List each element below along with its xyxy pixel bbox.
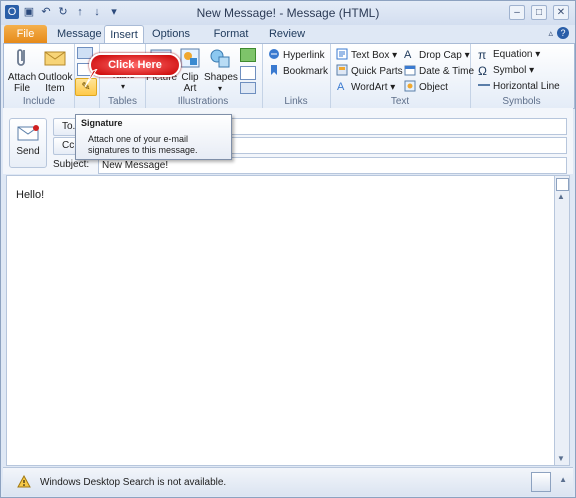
hyperlink-button[interactable]: Hyperlink <box>268 48 325 62</box>
minimize-ribbon-icon[interactable]: ▵ <box>548 28 553 39</box>
omega-icon: Ω <box>478 64 487 78</box>
window-controls: – □ ✕ <box>509 5 569 20</box>
svg-text:A: A <box>337 81 345 92</box>
shapes-label: Shapes <box>204 72 238 83</box>
group-symbols-label: Symbols <box>502 96 541 107</box>
group-links-label: Links <box>284 96 308 107</box>
group-links: Hyperlink Bookmark Links <box>262 44 331 108</box>
hyperlink-label: Hyperlink <box>283 50 325 61</box>
outlook-item-button[interactable]: Outlook Item <box>38 46 72 94</box>
horizontal-line-button[interactable]: Horizontal Line <box>478 80 560 94</box>
group-tables-label: Tables <box>108 96 137 107</box>
bookmark-button[interactable]: Bookmark <box>268 64 328 78</box>
maximize-button[interactable]: □ <box>531 5 547 20</box>
wordart-button[interactable]: A WordArt ▾ <box>336 80 395 94</box>
shapes-icon <box>210 49 230 68</box>
shapes-button[interactable]: Shapes ▾ <box>204 46 238 94</box>
quick-parts-button[interactable]: Quick Parts ▾ <box>336 64 411 78</box>
group-text-label: Text <box>390 96 410 107</box>
equation-label: Equation <box>493 49 533 60</box>
calendar-clock-icon <box>404 65 416 76</box>
date-time-label: Date & Time <box>419 66 475 77</box>
bookmark-label: Bookmark <box>283 66 329 77</box>
outlook-item-label-1: Outlook <box>38 72 73 83</box>
help-icon[interactable]: ? <box>557 27 569 39</box>
symbol-button[interactable]: Ω Symbol ▾ <box>478 64 534 78</box>
signature-tooltip: Signature Attach one of your e-mail sign… <box>75 114 232 160</box>
window-title: New Message! - Message (HTML) <box>196 6 380 20</box>
clip-art-button[interactable]: Clip Art <box>178 46 202 94</box>
pi-icon: π <box>478 48 487 62</box>
tooltip-line-1: Attach one of your e-mail <box>88 134 189 144</box>
clip-art-label-2: Art <box>183 83 197 94</box>
smartart-icon[interactable] <box>240 48 256 62</box>
attach-file-label-2: File <box>13 83 31 94</box>
quick-parts-icon <box>336 64 348 76</box>
svg-text:A: A <box>404 49 412 60</box>
date-time-button[interactable]: Date & Time <box>404 64 474 78</box>
drop-cap-label: Drop Cap <box>419 50 462 61</box>
equation-button[interactable]: π Equation ▾ <box>478 48 540 62</box>
group-illustrations-label: Illustrations <box>177 96 229 107</box>
horizontal-line-icon <box>478 84 490 86</box>
wordart-icon: A <box>337 81 345 92</box>
symbol-label: Symbol <box>493 65 527 76</box>
chart-icon[interactable] <box>240 66 256 80</box>
attach-file-button[interactable]: Attach File <box>7 46 37 94</box>
minimize-button[interactable]: – <box>509 5 525 20</box>
group-include: Attach File Outlook Item Include <box>4 44 75 108</box>
attach-file-label-1: Attach <box>7 72 37 83</box>
horizontal-line-label: Horizontal Line <box>493 81 560 92</box>
ruler-toggle-icon[interactable] <box>556 178 569 191</box>
tab-review[interactable]: Review <box>268 25 306 43</box>
group-text: Text Box ▾ Quick Parts ▾ AWordArt ▾ ADro… <box>330 44 474 108</box>
object-icon <box>404 80 416 92</box>
status-bar: Windows Desktop Search is not available.… <box>3 467 573 496</box>
object-button[interactable]: Object <box>404 80 448 94</box>
tooltip-line-2: signatures to this message. <box>88 145 198 155</box>
outlook-message-window: O ▣ ↶ ↻ ↑ ↓ ▾ New Message! - Message (HT… <box>0 0 576 498</box>
expand-people-pane-icon[interactable]: ▲ <box>559 475 567 484</box>
tooltip-title: Signature <box>81 118 123 128</box>
tab-message[interactable]: Message <box>57 25 102 43</box>
status-message: Windows Desktop Search is not available. <box>40 477 227 488</box>
message-body[interactable]: Hello! <box>6 175 556 466</box>
screenshot-icon[interactable] <box>240 82 256 94</box>
wordart-label: WordArt <box>351 82 388 93</box>
clip-art-icon <box>180 48 200 68</box>
ribbon-tabs: File Message Insert Options Format Text … <box>1 25 575 58</box>
tab-file[interactable]: File <box>4 25 47 43</box>
tab-format-text[interactable]: Format Text <box>203 25 259 58</box>
text-box-button[interactable]: Text Box ▾ <box>336 48 397 62</box>
text-box-icon <box>336 48 348 60</box>
envelope-icon <box>44 51 66 66</box>
scroll-down-arrow[interactable]: ▼ <box>557 454 565 463</box>
send-button[interactable]: Send <box>9 118 47 168</box>
warning-icon <box>17 475 31 488</box>
body-text: Hello! <box>16 189 45 201</box>
quick-parts-label: Quick Parts <box>351 66 403 77</box>
paperclip-icon <box>17 49 25 66</box>
group-include-label: Include <box>22 96 56 107</box>
title-bar: O ▣ ↶ ↻ ↑ ↓ ▾ New Message! - Message (HT… <box>1 1 575 25</box>
tab-options[interactable]: Options <box>151 25 191 43</box>
people-pane-icon[interactable] <box>531 472 551 492</box>
text-box-label: Text Box <box>351 50 390 61</box>
vertical-scrollbar[interactable]: ▲ ▼ <box>554 175 570 466</box>
bookmark-icon <box>271 65 277 75</box>
outlook-item-label-2: Item <box>45 83 65 94</box>
callout-pointer <box>84 69 98 88</box>
clip-art-label-1: Clip <box>181 72 199 83</box>
object-label: Object <box>419 82 448 93</box>
scroll-up-arrow[interactable]: ▲ <box>557 192 565 201</box>
drop-cap-button[interactable]: A Drop Cap ▾ <box>404 48 470 62</box>
close-button[interactable]: ✕ <box>553 5 569 20</box>
send-envelope-icon <box>17 125 39 141</box>
hyperlink-icon <box>269 49 279 59</box>
group-symbols: π Equation ▾ Ω Symbol ▾ Horizontal Line Sy… <box>470 44 573 108</box>
send-label: Send <box>16 146 40 157</box>
tab-insert[interactable]: Insert <box>104 25 144 44</box>
drop-cap-icon: A <box>404 49 412 60</box>
